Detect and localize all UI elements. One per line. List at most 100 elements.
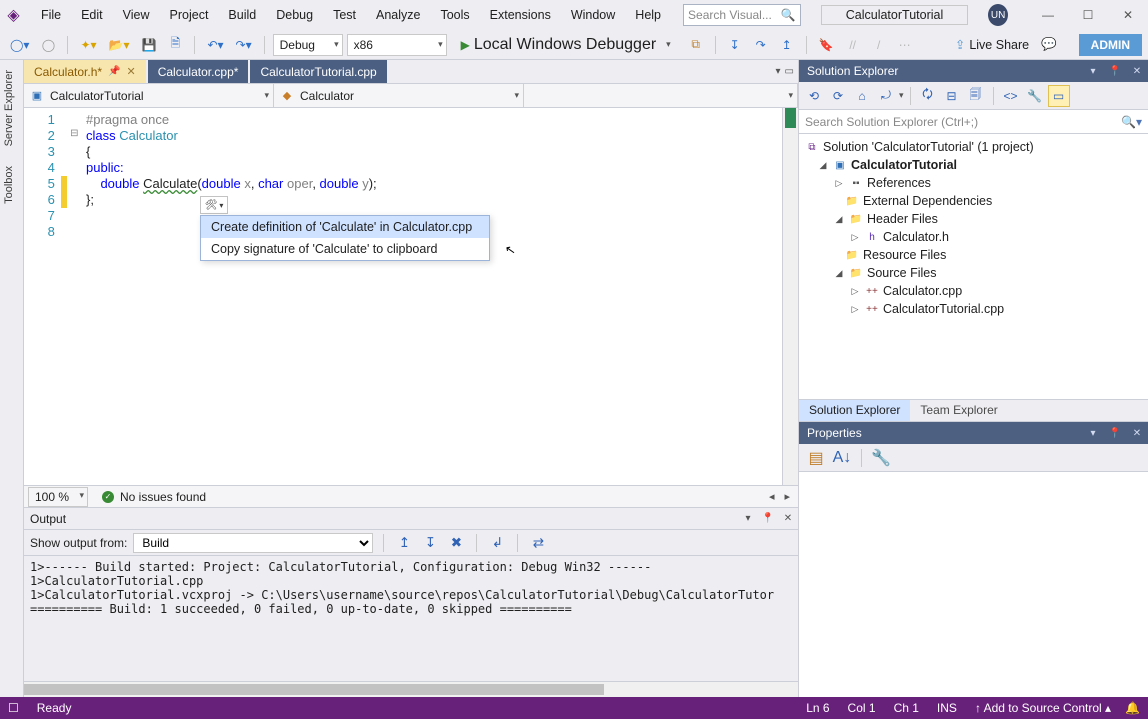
feedback-icon[interactable]: 💬: [1033, 37, 1065, 52]
expand-icon[interactable]: ◢: [817, 160, 829, 171]
tree-sln[interactable]: Solution 'CalculatorTutorial' (1 project…: [823, 140, 1034, 154]
status-layout-icon[interactable]: ☐: [8, 701, 19, 715]
save-all-icon[interactable]: 🗎: [164, 34, 186, 56]
tree-main-cpp[interactable]: CalculatorTutorial.cpp: [883, 302, 1004, 316]
menu-build[interactable]: Build: [218, 4, 266, 26]
menu-extensions[interactable]: Extensions: [480, 4, 561, 26]
collapse-icon[interactable]: ⊟: [941, 85, 963, 107]
step-out-icon[interactable]: ↥: [776, 34, 798, 56]
hscroll-right-icon[interactable]: ▸: [784, 490, 790, 503]
bookmark-icon[interactable]: 🔖: [815, 34, 838, 56]
pin-icon[interactable]: 📍: [1104, 66, 1126, 77]
menu-help[interactable]: Help: [625, 4, 671, 26]
window-position-icon[interactable]: ▾: [1082, 66, 1104, 77]
server-explorer-tab[interactable]: Server Explorer: [0, 60, 18, 156]
alphabetical-icon[interactable]: A↓: [831, 447, 853, 469]
close-icon[interactable]: ✕: [127, 65, 136, 78]
tab-team-explorer[interactable]: Team Explorer: [910, 400, 1007, 421]
refresh-icon[interactable]: 🗘: [917, 85, 939, 107]
expand-icon[interactable]: ▷: [833, 178, 845, 189]
output-content[interactable]: 1>------ Build started: Project: Calcula…: [24, 556, 798, 681]
config-combo[interactable]: Debug: [273, 34, 343, 56]
tree-source-files[interactable]: Source Files: [867, 266, 936, 280]
solution-tree[interactable]: ⧉ Solution 'CalculatorTutorial' (1 proje…: [799, 134, 1148, 399]
nav-back-icon[interactable]: ◯▾: [6, 34, 33, 56]
tab-tutorial-cpp[interactable]: CalculatorTutorial.cpp: [250, 60, 386, 83]
pin-icon[interactable]: 📍: [758, 513, 778, 524]
forward-icon[interactable]: ⟳: [827, 85, 849, 107]
properties-grid[interactable]: [799, 472, 1148, 697]
tree-project[interactable]: CalculatorTutorial: [851, 158, 957, 172]
zoom-combo[interactable]: 100 %: [28, 487, 88, 507]
view-code-icon[interactable]: <>: [1000, 85, 1022, 107]
add-to-source-control[interactable]: ↑ Add to Source Control ▴: [975, 701, 1111, 715]
back-icon[interactable]: ⟲: [803, 85, 825, 107]
tab-overflow-icon[interactable]: ▾: [776, 66, 781, 77]
prev-message-icon[interactable]: ↥: [394, 533, 414, 553]
nav-project-combo[interactable]: ▣ CalculatorTutorial ▾: [24, 84, 274, 107]
output-source-select[interactable]: Build: [133, 533, 373, 553]
nav-member-combo[interactable]: ▾: [524, 84, 798, 107]
undo-icon[interactable]: ↶▾: [203, 34, 227, 56]
tree-header-files[interactable]: Header Files: [867, 212, 938, 226]
comment-icon[interactable]: //: [842, 34, 864, 56]
menu-window[interactable]: Window: [561, 4, 625, 26]
menu-analyze[interactable]: Analyze: [366, 4, 430, 26]
se-search[interactable]: Search Solution Explorer (Ctrl+;) 🔍▾: [799, 110, 1148, 134]
expand-icon[interactable]: ◢: [833, 268, 845, 279]
tree-resource-files[interactable]: Resource Files: [863, 248, 946, 262]
tree-references[interactable]: References: [867, 176, 931, 190]
show-all-icon[interactable]: 🗐: [965, 85, 987, 107]
pin-icon[interactable]: 📌: [108, 66, 120, 77]
word-wrap-icon[interactable]: ↲: [487, 533, 507, 553]
expand-icon[interactable]: ◢: [833, 214, 845, 225]
next-message-icon[interactable]: ↧: [420, 533, 440, 553]
window-position-icon[interactable]: ▾: [1082, 428, 1104, 439]
redo-icon[interactable]: ↷▾: [232, 34, 256, 56]
tab-solution-explorer[interactable]: Solution Explorer: [799, 400, 910, 421]
window-position-icon[interactable]: ▾: [738, 513, 758, 524]
output-hscroll[interactable]: [24, 681, 798, 697]
window-position-icon[interactable]: ▭: [785, 66, 794, 77]
toolbox-tab[interactable]: Toolbox: [0, 156, 18, 214]
start-debugging-button[interactable]: ▶ Local Windows Debugger ▾: [451, 33, 681, 57]
categorized-icon[interactable]: ▤: [805, 447, 827, 469]
new-project-icon[interactable]: ✦▾: [76, 34, 100, 56]
expand-icon[interactable]: ▷: [849, 286, 861, 297]
menu-view[interactable]: View: [113, 4, 160, 26]
fold-icon[interactable]: ⊟: [67, 128, 82, 144]
platform-combo[interactable]: x86: [347, 34, 447, 56]
expand-icon[interactable]: ▷: [849, 304, 861, 315]
quicklaunch-search[interactable]: Search Visual... 🔍: [683, 4, 801, 26]
properties-icon[interactable]: 🔧: [1024, 85, 1046, 107]
code-editor[interactable]: 12345678 ⊟ #pragma once class Calculator…: [24, 108, 798, 485]
close-icon[interactable]: ✕: [1126, 66, 1148, 77]
more-icon[interactable]: ⋯: [894, 34, 916, 56]
menu-test[interactable]: Test: [323, 4, 366, 26]
live-share-label[interactable]: Live Share: [969, 38, 1029, 52]
minimize-button[interactable]: —: [1028, 0, 1068, 30]
nav-scope-combo[interactable]: ◆ Calculator ▾: [274, 84, 524, 107]
live-share-icon[interactable]: ⇪: [955, 37, 965, 52]
code-text[interactable]: #pragma once class Calculator { public: …: [86, 108, 377, 485]
save-icon[interactable]: 💾: [138, 34, 161, 56]
autoclear-icon[interactable]: ⇄: [528, 533, 548, 553]
user-avatar[interactable]: UN: [988, 4, 1008, 26]
close-icon[interactable]: ✕: [778, 513, 798, 524]
tree-calc-cpp[interactable]: Calculator.cpp: [883, 284, 962, 298]
qa-copy-signature[interactable]: Copy signature of 'Calculate' to clipboa…: [201, 238, 489, 260]
open-icon[interactable]: 📂▾: [105, 34, 134, 56]
menu-edit[interactable]: Edit: [71, 4, 113, 26]
tree-ext-deps[interactable]: External Dependencies: [863, 194, 992, 208]
step-into-icon[interactable]: ↧: [724, 34, 746, 56]
editor-scrollbar[interactable]: ▴: [782, 108, 798, 485]
pin-icon[interactable]: 📍: [1104, 428, 1126, 439]
tab-calculator-h[interactable]: Calculator.h* 📌 ✕: [24, 60, 146, 83]
uncomment-icon[interactable]: /: [868, 34, 890, 56]
qa-create-definition[interactable]: Create definition of 'Calculate' in Calc…: [201, 216, 489, 238]
menu-debug[interactable]: Debug: [266, 4, 323, 26]
nav-forward-icon[interactable]: ◯: [37, 34, 59, 56]
notifications-icon[interactable]: 🔔: [1125, 701, 1140, 715]
tab-calculator-cpp[interactable]: Calculator.cpp*: [148, 60, 249, 83]
attach-icon[interactable]: ⧉: [685, 34, 707, 56]
